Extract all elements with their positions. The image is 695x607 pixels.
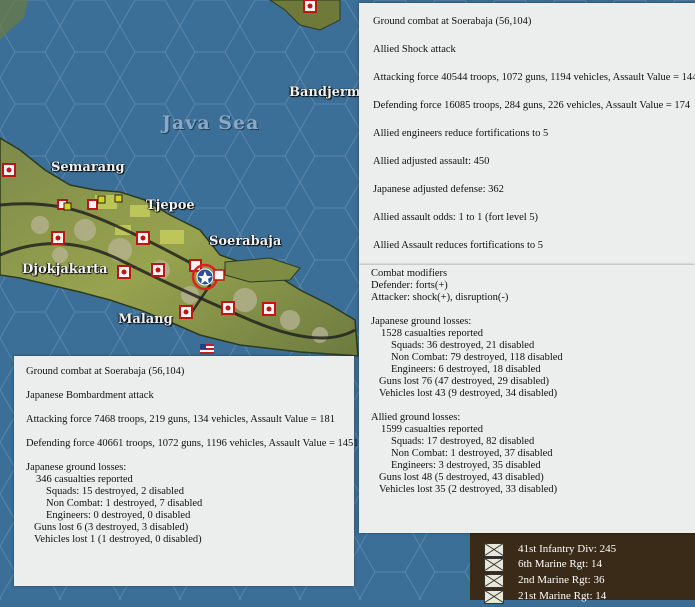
report-title: Ground combat at Soerabaja (56,104) bbox=[26, 366, 185, 377]
japanese-casualties: 346 casualties reported bbox=[36, 474, 133, 485]
allied-guns: Guns lost 48 (5 destroyed, 43 disabled) bbox=[379, 472, 544, 483]
japanese-casualties: 1528 casualties reported bbox=[381, 328, 484, 339]
infantry-icon bbox=[484, 574, 504, 588]
unit-label: 41st Infantry Div: 245 bbox=[518, 543, 617, 555]
report-line: Attacking force 40544 troops, 1072 guns,… bbox=[373, 72, 695, 83]
japanese-losses-title: Japanese ground losses: bbox=[26, 462, 127, 473]
report-line: Allied Shock attack bbox=[373, 44, 456, 55]
attacking-force: Attacking force 7468 troops, 219 guns, 1… bbox=[26, 414, 336, 425]
report-line: Ground combat at Soerabaja (56,104) bbox=[373, 16, 532, 27]
unit-label: 21st Marine Rgt: 14 bbox=[518, 590, 607, 602]
allied-squads: Squads: 17 destroyed, 82 disabled bbox=[391, 436, 535, 447]
attack-type: Japanese Bombardment attack bbox=[26, 390, 154, 401]
report-line: Allied adjusted assault: 450 bbox=[373, 156, 490, 167]
japanese-vehicles: Vehicles lost 43 (9 destroyed, 34 disabl… bbox=[379, 388, 558, 399]
unit-label: 2nd Marine Rgt: 36 bbox=[518, 574, 605, 586]
defending-force: Defending force 40661 troops, 1072 guns,… bbox=[26, 438, 359, 449]
attacker-modifiers: Attacker: shock(+), disruption(-) bbox=[371, 292, 509, 303]
report-line: Japanese adjusted defense: 362 bbox=[373, 184, 504, 195]
japanese-guns: Guns lost 6 (3 destroyed, 3 disabled) bbox=[34, 522, 189, 533]
allied-vehicles: Vehicles lost 35 (2 destroyed, 33 disabl… bbox=[379, 484, 558, 495]
unit-label: 6th Marine Rgt: 14 bbox=[518, 558, 603, 570]
infantry-icon bbox=[484, 590, 504, 604]
combat-report-allied-shock: Ground combat at Soerabaja (56,104) Alli… bbox=[359, 3, 695, 265]
place-label-tjepoe[interactable]: Tjepoe bbox=[146, 198, 195, 213]
report-line: Allied assault odds: 1 to 1 (fort level … bbox=[373, 212, 539, 223]
japanese-engineers: Engineers: 0 destroyed, 0 disabled bbox=[46, 510, 191, 521]
japanese-guns: Guns lost 76 (47 destroyed, 29 disabled) bbox=[379, 376, 550, 387]
report-line: Allied engineers reduce fortifications t… bbox=[373, 128, 549, 139]
defender-modifiers: Defender: forts(+) bbox=[371, 280, 448, 291]
japanese-noncombat: Non Combat: 1 destroyed, 7 disabled bbox=[46, 498, 203, 509]
japanese-squads: Squads: 36 destroyed, 21 disabled bbox=[391, 340, 535, 351]
place-label-malang[interactable]: Malang bbox=[118, 312, 173, 327]
place-label-soerabaja[interactable]: Soerabaja bbox=[209, 234, 281, 249]
report-line: Defending force 16085 troops, 284 guns, … bbox=[373, 100, 691, 111]
allied-engineers: Engineers: 3 destroyed, 35 disabled bbox=[391, 460, 541, 471]
japanese-losses-title: Japanese ground losses: bbox=[371, 316, 472, 327]
infantry-icon bbox=[484, 543, 504, 557]
japanese-engineers: Engineers: 6 destroyed, 18 disabled bbox=[391, 364, 541, 375]
allied-losses-title: Allied ground losses: bbox=[371, 412, 461, 423]
sea-label: Java Sea bbox=[162, 112, 260, 134]
allied-casualties: 1599 casualties reported bbox=[381, 424, 484, 435]
place-label-djokjakarta[interactable]: Djokjakarta bbox=[22, 262, 108, 277]
japanese-squads: Squads: 15 destroyed, 2 disabled bbox=[46, 486, 184, 497]
allied-noncombat: Non Combat: 1 destroyed, 37 disabled bbox=[391, 448, 553, 459]
place-label-semarang[interactable]: Semarang bbox=[51, 160, 125, 175]
us-flag-marker bbox=[200, 344, 214, 354]
unit-list[interactable]: 41st Infantry Div: 245 6th Marine Rgt: 1… bbox=[470, 533, 695, 604]
infantry-icon bbox=[484, 558, 504, 572]
report-line: Allied Assault reduces fortifications to… bbox=[373, 240, 544, 251]
combat-report-japanese-bombardment: Ground combat at Soerabaja (56,104) Japa… bbox=[14, 356, 359, 586]
japanese-vehicles: Vehicles lost 1 (1 destroyed, 0 disabled… bbox=[34, 534, 202, 545]
combat-report-losses: Combat modifiers Defender: forts(+) Atta… bbox=[359, 265, 695, 533]
japanese-noncombat: Non Combat: 79 destroyed, 118 disabled bbox=[391, 352, 563, 363]
modifiers-title: Combat modifiers bbox=[371, 268, 448, 279]
unit-row[interactable]: 21st Marine Rgt: 14 bbox=[484, 589, 694, 607]
